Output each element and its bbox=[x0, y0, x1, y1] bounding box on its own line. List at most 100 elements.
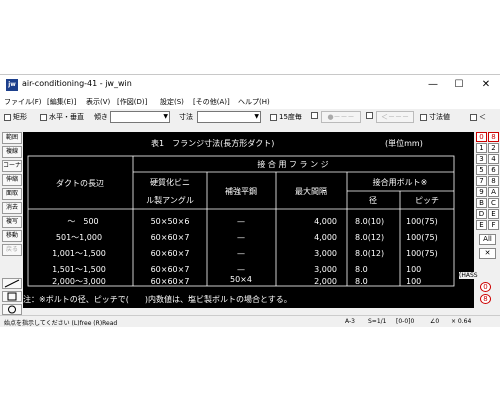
cell-pitch: 100(75) bbox=[406, 249, 438, 258]
close-button[interactable]: ✕ bbox=[473, 75, 499, 95]
tool-move[interactable]: 移動 bbox=[2, 230, 22, 242]
jw-win-window: jw air-conditioning-41 - jw_win — ☐ ✕ ファ… bbox=[0, 74, 500, 327]
layer-button[interactable]: 0 bbox=[476, 132, 487, 142]
dimension-value-checkbox[interactable]: 寸法値 bbox=[420, 112, 450, 122]
line-tool-icon[interactable] bbox=[2, 278, 22, 289]
menu-view[interactable]: 表示(V) bbox=[86, 97, 110, 107]
header-max-interval: 最大間隔 bbox=[295, 186, 327, 196]
option1-checkbox[interactable] bbox=[311, 112, 318, 119]
header-reinforcement: 補強平鋼 bbox=[225, 186, 257, 196]
menu-help[interactable]: ヘルプ(H) bbox=[238, 97, 270, 107]
menu-file[interactable]: ファイル(F) bbox=[4, 97, 42, 107]
rect-checkbox[interactable]: 矩形 bbox=[4, 112, 27, 122]
tool-erase[interactable]: 消去 bbox=[2, 202, 22, 214]
maximize-button[interactable]: ☐ bbox=[446, 75, 472, 95]
dimension-combo[interactable]: ▼ bbox=[197, 111, 261, 123]
menu-settings[interactable]: 設定(S) bbox=[160, 97, 184, 107]
cell-angle: 60×60×7 bbox=[151, 277, 190, 286]
close-icon[interactable]: ✕ bbox=[479, 248, 496, 259]
layer-button[interactable]: A bbox=[488, 187, 499, 197]
layer-button[interactable]: 8 bbox=[488, 132, 499, 142]
cell-max: 3,000 bbox=[314, 265, 337, 274]
cell-duct: 1,001～1,500 bbox=[52, 249, 106, 258]
window-title: air-conditioning-41 - jw_win bbox=[22, 79, 132, 88]
paper-size[interactable]: A-3 bbox=[345, 318, 355, 325]
status-message: 始点を指示してください (L)free (R)Read bbox=[4, 320, 118, 327]
circle-icon bbox=[8, 305, 16, 314]
layer-status[interactable]: [0-0]0 bbox=[396, 318, 414, 325]
cell-duct: 1,501～1,500 bbox=[52, 265, 106, 274]
layer-button[interactable]: 8 bbox=[488, 176, 499, 186]
deg15-checkbox[interactable]: 15度毎 bbox=[270, 112, 302, 122]
layer-button[interactable]: C bbox=[488, 198, 499, 208]
scale-ratio[interactable]: S=1/1 bbox=[368, 318, 387, 325]
cell-pitch: 100 bbox=[406, 277, 421, 286]
layer-button[interactable]: 5 bbox=[476, 165, 487, 175]
cell-angle: 50×50×6 bbox=[151, 217, 190, 226]
tool-chamfer[interactable]: 面取 bbox=[2, 188, 22, 200]
layer-button[interactable]: E bbox=[476, 220, 487, 230]
menu-bar: ファイル(F) [編集(E)] 表示(V) [作図(D)] 設定(S) [その他… bbox=[0, 95, 500, 109]
layer-button[interactable]: 2 bbox=[488, 143, 499, 153]
layer-button[interactable]: 7 bbox=[476, 176, 487, 186]
cell-pitch: 100(75) bbox=[406, 233, 438, 242]
layer-button[interactable]: E bbox=[488, 209, 499, 219]
angle-status[interactable]: ∠0 bbox=[430, 318, 439, 325]
arrow-checkbox[interactable]: ＜ bbox=[470, 112, 486, 122]
option2-checkbox[interactable] bbox=[366, 112, 373, 119]
tool-extend[interactable]: 伸縮 bbox=[2, 174, 22, 186]
menu-edit[interactable]: [編集(E)] bbox=[47, 97, 76, 107]
cell-diameter: 8.0 bbox=[355, 277, 368, 286]
cell-duct: ～ 500 bbox=[67, 217, 98, 226]
layer-button[interactable]: B bbox=[476, 198, 487, 208]
header-angle-line2: ル製アングル bbox=[146, 195, 194, 205]
layer-group-button[interactable]: 8 bbox=[480, 294, 491, 304]
layer-button[interactable]: 1 bbox=[476, 143, 487, 153]
horizontal-vertical-checkbox[interactable]: 水平・垂直 bbox=[40, 112, 84, 122]
rectangle-tool-icon[interactable] bbox=[2, 291, 22, 302]
minimize-button[interactable]: — bbox=[420, 75, 446, 95]
layer-button[interactable]: 3 bbox=[476, 154, 487, 164]
line-icon bbox=[4, 279, 20, 288]
header-pitch: ピッチ bbox=[415, 196, 439, 205]
cell-angle: 60×60×7 bbox=[151, 265, 190, 274]
layer-button[interactable]: F bbox=[488, 220, 499, 230]
header-diameter: 径 bbox=[369, 195, 377, 205]
zoom-status[interactable]: × 0.64 bbox=[451, 318, 471, 325]
point-mode-button[interactable]: ●－－－ bbox=[321, 111, 361, 123]
layer-button[interactable]: D bbox=[476, 209, 487, 219]
layer-button[interactable]: 4 bbox=[488, 154, 499, 164]
layer-button[interactable]: 6 bbox=[488, 165, 499, 175]
tool-undo[interactable]: 戻る bbox=[2, 244, 22, 256]
menu-other[interactable]: [その他(A)] bbox=[193, 97, 230, 107]
tool-range[interactable]: 範囲 bbox=[2, 132, 22, 144]
menu-draw[interactable]: [作図(D)] bbox=[117, 97, 147, 107]
unit-label: (単位mm) bbox=[385, 138, 423, 148]
circle-tool-icon[interactable] bbox=[2, 304, 22, 315]
cell-reinforce: — bbox=[237, 249, 245, 258]
cell-duct: 2,000～3,000 bbox=[52, 277, 106, 286]
flange-table-drawing: 表1 フランジ寸法(長方形ダクト) (単位mm) 接 合 用 フ ラ ン ジ ダ… bbox=[23, 138, 455, 304]
tool-offset[interactable]: 複線 bbox=[2, 146, 22, 158]
cell-reinforce: — bbox=[237, 233, 245, 242]
chevron-down-icon: ▼ bbox=[254, 113, 259, 120]
cell-duct: 501～1,000 bbox=[56, 233, 102, 242]
rectangle-icon bbox=[7, 292, 17, 301]
cell-diameter: 8.0(12) bbox=[355, 233, 384, 242]
all-layers-button[interactable]: All bbox=[479, 234, 496, 245]
tilt-combo[interactable]: ▼ bbox=[110, 111, 170, 123]
cell-max: 2,000 bbox=[314, 277, 337, 286]
cell-reinforce: 50×4 bbox=[230, 275, 252, 284]
cell-angle: 60×60×7 bbox=[151, 249, 190, 258]
layer-button[interactable]: 9 bbox=[476, 187, 487, 197]
cell-reinforce: — bbox=[237, 217, 245, 226]
drawing-canvas[interactable]: 表1 フランジ寸法(長方形ダクト) (単位mm) 接 合 用 フ ラ ン ジ ダ… bbox=[23, 132, 474, 308]
tool-copy[interactable]: 複写 bbox=[2, 216, 22, 228]
direction-button[interactable]: ＜－－－ bbox=[376, 111, 414, 123]
cell-diameter: 8.0 bbox=[355, 265, 368, 274]
cell-pitch: 100(75) bbox=[406, 217, 438, 226]
app-icon: jw bbox=[6, 79, 18, 91]
tool-corner[interactable]: コーナー bbox=[2, 160, 22, 172]
layer-group-button[interactable]: 0 bbox=[480, 282, 491, 292]
header-joining-flange: 接 合 用 フ ラ ン ジ bbox=[257, 159, 328, 169]
